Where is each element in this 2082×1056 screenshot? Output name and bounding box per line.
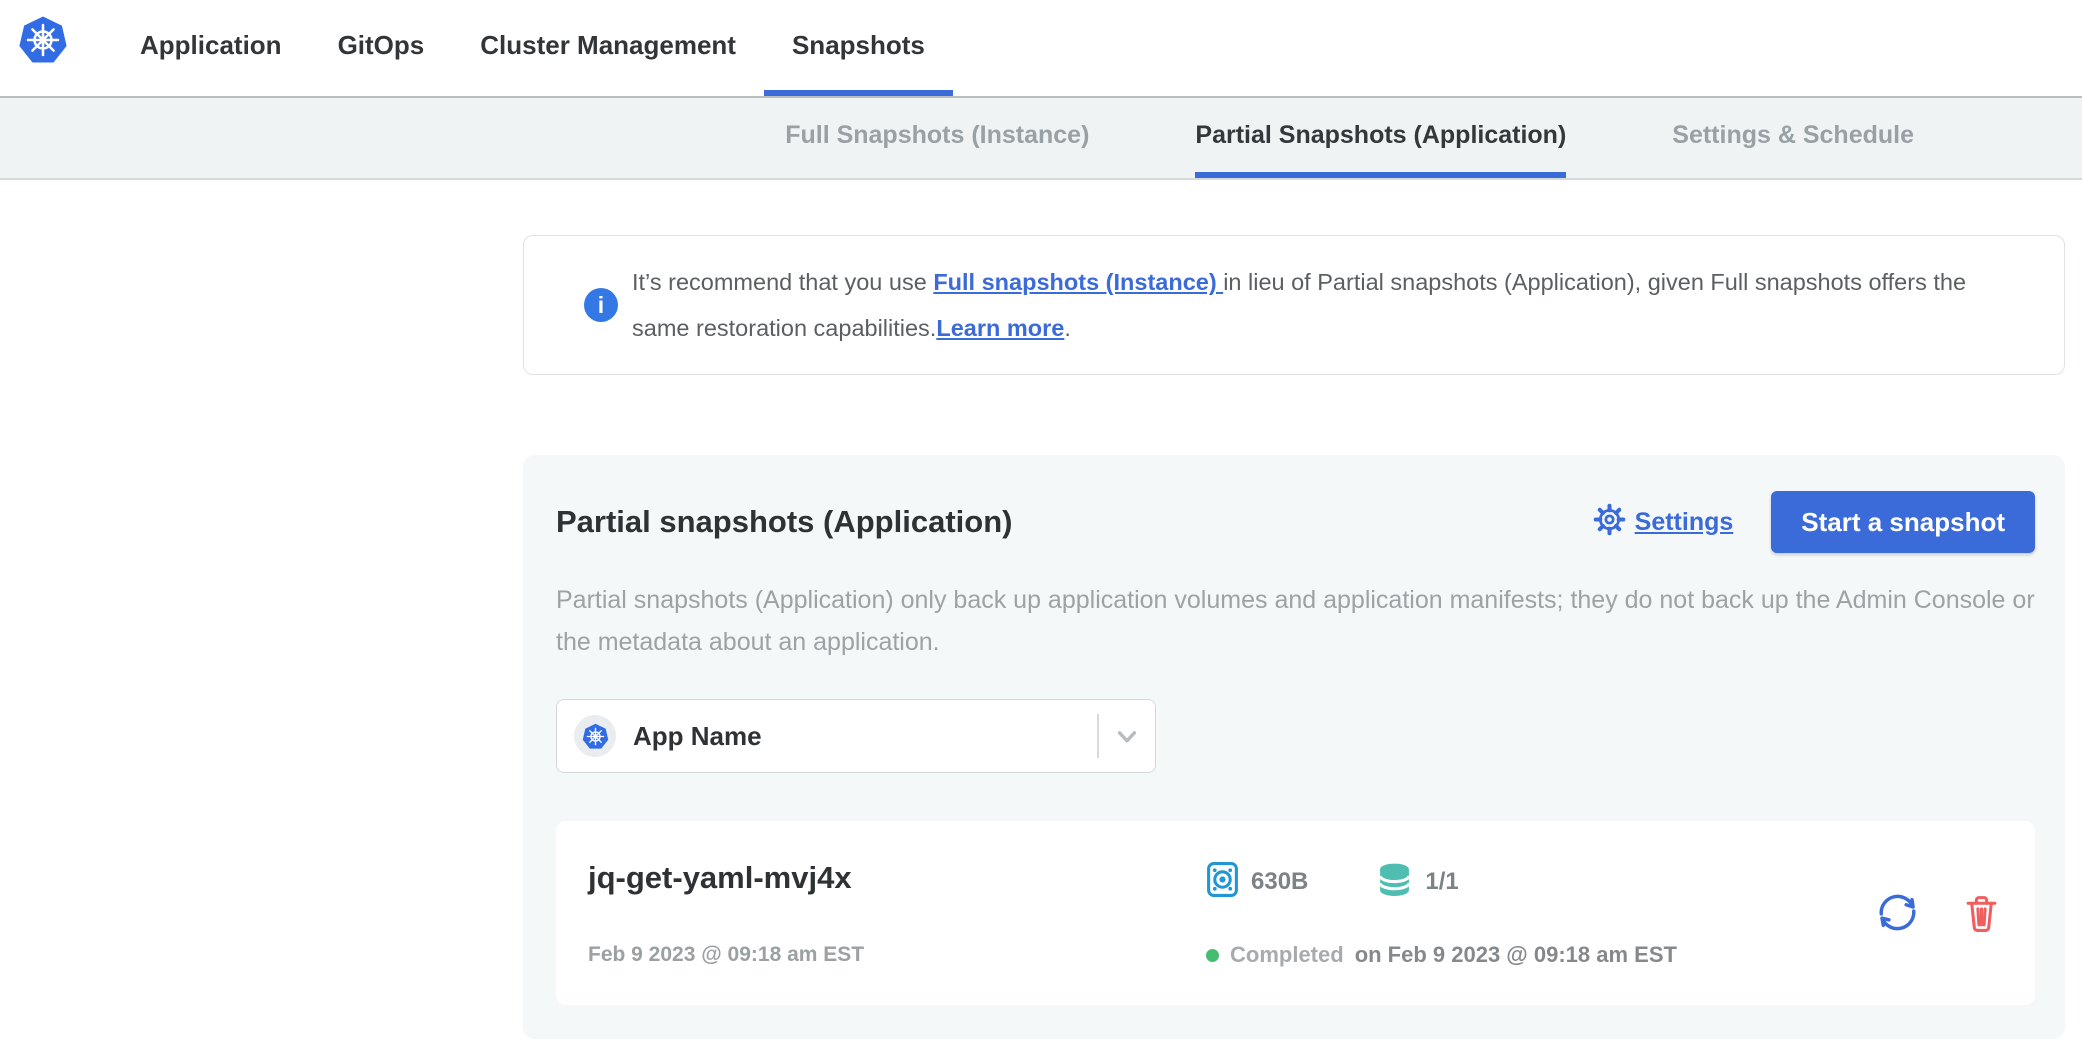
- snapshot-size-value: 630B: [1251, 868, 1308, 896]
- kubernetes-logo-icon: [18, 15, 68, 65]
- full-snapshots-instance-link[interactable]: Full snapshots (Instance): [933, 269, 1223, 295]
- panel-header: Partial snapshots (Application): [556, 491, 2035, 553]
- tab-full-snapshots-instance[interactable]: Full Snapshots (Instance): [785, 98, 1089, 178]
- info-banner: i It’s recommend that you use Full snaps…: [523, 235, 2065, 375]
- settings-link-label[interactable]: Settings: [1635, 508, 1734, 537]
- tab-settings-and-schedule[interactable]: Settings & Schedule: [1672, 98, 1914, 178]
- trash-icon: [1962, 893, 2001, 935]
- snapshots-sub-nav: Full Snapshots (Instance) Partial Snapsh…: [0, 96, 2082, 180]
- snapshot-size-metric: 630B: [1206, 861, 1308, 903]
- panel-title: Partial snapshots (Application): [556, 504, 1012, 540]
- top-nav: Application GitOps Cluster Management Sn…: [0, 0, 2082, 96]
- snapshot-actions: [1873, 861, 2005, 967]
- snapshot-metrics: 630B 1/1: [1206, 861, 1873, 903]
- restore-snapshot-button[interactable]: [1873, 888, 1922, 940]
- volume-disk-icon: [1206, 861, 1239, 903]
- snapshot-finished-timestamp: on Feb 9 2023 @ 09:18 am EST: [1355, 943, 1677, 967]
- gear-icon: [1593, 503, 1626, 541]
- snapshot-volumes-value: 1/1: [1425, 868, 1458, 896]
- snapshot-main-column: jq-get-yaml-mvj4x Feb 9 2023 @ 09:18 am …: [588, 861, 1206, 967]
- info-banner-text: It’s recommend that you use Full snapsho…: [632, 259, 2024, 351]
- partial-snapshots-panel: Partial snapshots (Application): [523, 455, 2065, 1039]
- learn-more-link[interactable]: Learn more: [936, 315, 1064, 341]
- panel-description: Partial snapshots (Application) only bac…: [556, 579, 2036, 663]
- tab-partial-snapshots-application[interactable]: Partial Snapshots (Application): [1195, 98, 1566, 178]
- snapshot-settings-link[interactable]: Settings: [1593, 503, 1734, 541]
- selected-app-name: App Name: [633, 721, 1097, 752]
- nav-item-application[interactable]: Application: [112, 0, 310, 96]
- banner-text-start: It’s recommend that you use: [632, 269, 933, 295]
- snapshot-volumes-metric: 1/1: [1376, 862, 1458, 902]
- snapshot-row: jq-get-yaml-mvj4x Feb 9 2023 @ 09:18 am …: [556, 821, 2035, 1005]
- main-nav: Application GitOps Cluster Management Sn…: [112, 0, 953, 96]
- chevron-down-icon[interactable]: [1099, 719, 1155, 753]
- restore-icon: [1873, 888, 1922, 940]
- app-kubernetes-icon: [574, 715, 616, 757]
- delete-snapshot-button[interactable]: [1962, 893, 2001, 935]
- info-icon: i: [584, 288, 618, 322]
- snapshot-meta-column: 630B 1/1: [1206, 861, 1873, 967]
- app-selector-dropdown[interactable]: App Name: [556, 699, 1156, 773]
- snapshot-status-line: Completed on Feb 9 2023 @ 09:18 am EST: [1206, 943, 1873, 967]
- page-content: i It’s recommend that you use Full snaps…: [523, 235, 2065, 1039]
- nav-item-gitops[interactable]: GitOps: [310, 0, 453, 96]
- nav-item-snapshots[interactable]: Snapshots: [764, 0, 953, 96]
- database-stack-icon: [1376, 862, 1413, 902]
- snapshot-started-timestamp: Feb 9 2023 @ 09:18 am EST: [588, 943, 1206, 967]
- snapshot-status: Completed: [1230, 943, 1344, 967]
- snapshot-name: jq-get-yaml-mvj4x: [588, 861, 1206, 895]
- status-dot-icon: [1206, 949, 1219, 962]
- start-snapshot-button[interactable]: Start a snapshot: [1771, 491, 2035, 553]
- nav-item-cluster-management[interactable]: Cluster Management: [452, 0, 764, 96]
- banner-text-end: .: [1064, 315, 1071, 341]
